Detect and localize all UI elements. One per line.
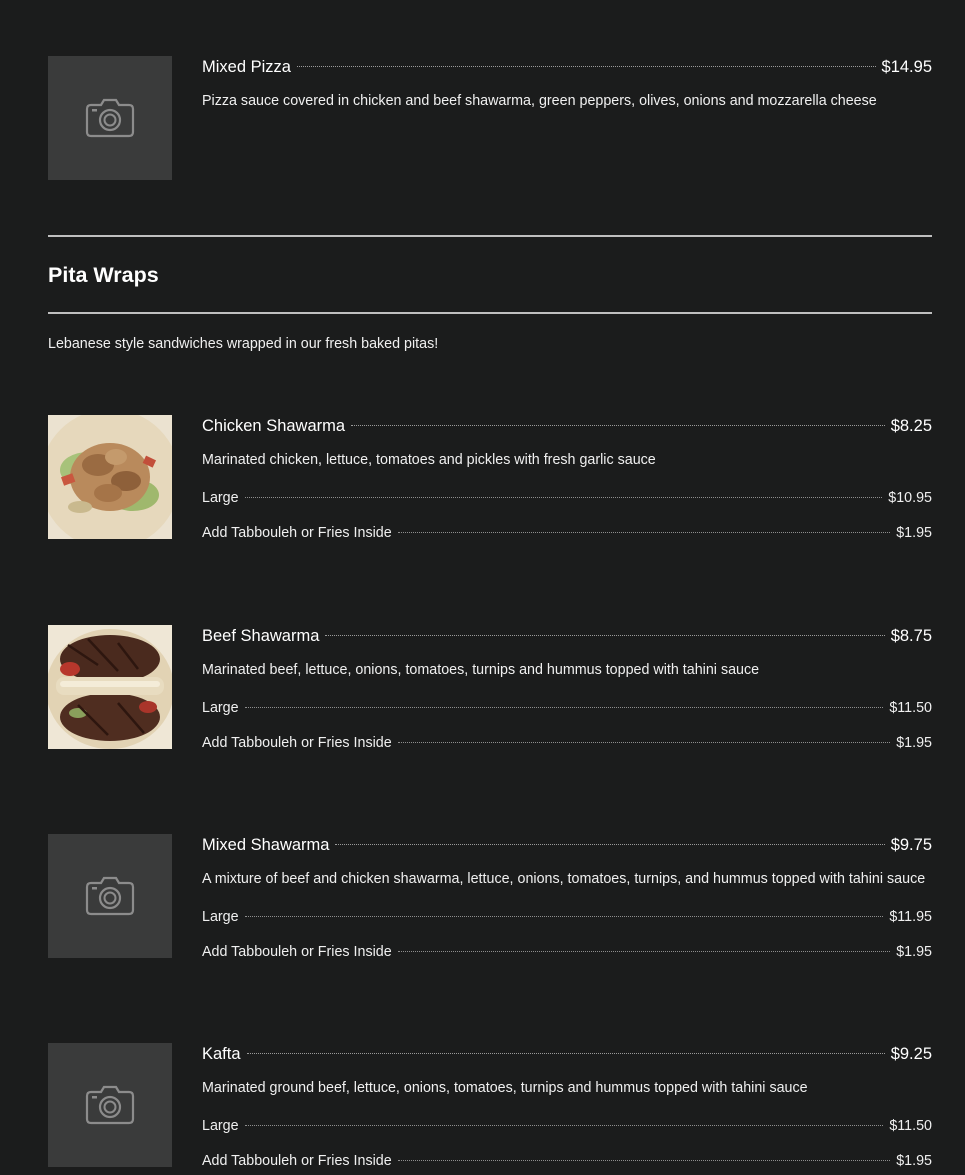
item-name: Chicken Shawarma: [202, 417, 346, 435]
dot-leader: [397, 1160, 891, 1161]
option-label: Add Tabbouleh or Fries Inside: [202, 1153, 392, 1169]
item-price: $14.95: [881, 58, 932, 76]
option-price: $11.95: [889, 909, 932, 925]
chicken-shawarma-photo[interactable]: [48, 415, 172, 539]
option-label: Large: [202, 700, 239, 716]
option-row: Add Tabbouleh or Fries Inside $1.95: [202, 734, 932, 752]
option-row: Large $11.50: [202, 699, 932, 717]
item-description: Marinated chicken, lettuce, tomatoes and…: [202, 452, 656, 468]
item-description: A mixture of beef and chicken shawarma, …: [202, 871, 926, 887]
option-price: $11.50: [889, 1118, 932, 1134]
option-label: Large: [202, 1118, 239, 1134]
beef-shawarma-photo[interactable]: [48, 625, 172, 749]
camera-icon: [85, 876, 135, 916]
dot-leader: [351, 425, 885, 426]
dot-leader: [397, 532, 891, 533]
item-image-placeholder: [48, 56, 172, 180]
option-price: $1.95: [896, 1153, 932, 1169]
dot-leader: [246, 1053, 885, 1054]
dot-leader: [325, 635, 885, 636]
option-row: Large $11.50: [202, 1117, 932, 1135]
option-row: Add Tabbouleh or Fries Inside $1.95: [202, 943, 932, 961]
option-label: Add Tabbouleh or Fries Inside: [202, 944, 392, 960]
dot-leader: [244, 1125, 884, 1126]
option-price: $1.95: [896, 944, 932, 960]
item-name: Kafta: [202, 1045, 241, 1063]
item-description: Pizza sauce covered in chicken and beef …: [202, 93, 877, 109]
item-name: Mixed Pizza: [202, 58, 291, 76]
section-divider-top: [48, 235, 932, 237]
option-price: $10.95: [888, 490, 932, 506]
item-image-placeholder: [48, 834, 172, 958]
dot-leader: [397, 951, 891, 952]
section-divider-bottom: [48, 312, 932, 314]
item-name: Mixed Shawarma: [202, 836, 330, 854]
option-price: $1.95: [896, 735, 932, 751]
item-description: Marinated beef, lettuce, onions, tomatoe…: [202, 662, 760, 678]
dot-leader: [296, 66, 876, 67]
dot-leader: [244, 707, 884, 708]
dot-leader: [335, 844, 885, 845]
option-row: Large $11.95: [202, 908, 932, 926]
item-description: Marinated ground beef, lettuce, onions, …: [202, 1080, 808, 1096]
item-image-placeholder: [48, 1043, 172, 1167]
dot-leader: [397, 742, 891, 743]
option-label: Large: [202, 909, 239, 925]
item-price: $9.75: [890, 836, 932, 854]
option-row: Large $10.95: [202, 489, 932, 507]
option-label: Large: [202, 490, 239, 506]
section-description: Lebanese style sandwiches wrapped in our…: [48, 336, 439, 352]
section-title: Pita Wraps: [48, 263, 159, 287]
dot-leader: [244, 916, 884, 917]
dot-leader: [244, 497, 883, 498]
option-row: Add Tabbouleh or Fries Inside $1.95: [202, 1152, 932, 1170]
item-price: $8.75: [890, 627, 932, 645]
option-label: Add Tabbouleh or Fries Inside: [202, 525, 392, 541]
camera-icon: [85, 1085, 135, 1125]
camera-icon: [85, 98, 135, 138]
item-name: Beef Shawarma: [202, 627, 320, 645]
option-price: $11.50: [889, 700, 932, 716]
item-price: $9.25: [890, 1045, 932, 1063]
option-price: $1.95: [896, 525, 932, 541]
option-row: Add Tabbouleh or Fries Inside $1.95: [202, 524, 932, 542]
option-label: Add Tabbouleh or Fries Inside: [202, 735, 392, 751]
item-price: $8.25: [890, 417, 932, 435]
